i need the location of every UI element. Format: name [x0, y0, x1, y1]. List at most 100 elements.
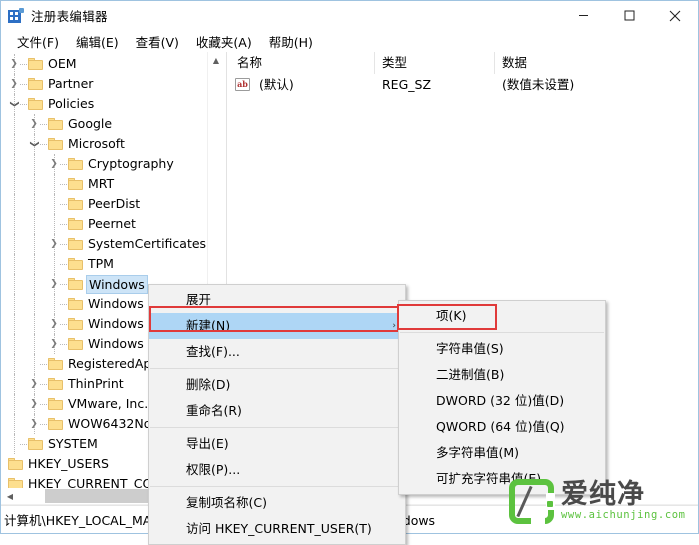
- tree-node[interactable]: PeerDist: [2, 194, 224, 214]
- menu-favorites[interactable]: 收藏夹(A): [188, 30, 261, 53]
- menu-view[interactable]: 查看(V): [128, 30, 188, 53]
- tree-node[interactable]: ❯Policies: [2, 94, 224, 114]
- tree-hscroll-thumb[interactable]: [45, 489, 165, 503]
- tree-guide-line: [14, 334, 15, 354]
- menu-bar: 文件(F) 编辑(E) 查看(V) 收藏夹(A) 帮助(H): [1, 30, 698, 52]
- context-menu-item[interactable]: 删除(D): [149, 372, 405, 398]
- menu-help[interactable]: 帮助(H): [261, 30, 322, 53]
- submenu-item[interactable]: QWORD (64 位)值(Q): [399, 414, 605, 440]
- tree-node[interactable]: Peernet: [2, 214, 224, 234]
- chevron-down-icon[interactable]: ❯: [24, 138, 44, 150]
- chevron-right-icon[interactable]: ❯: [48, 234, 60, 254]
- column-header-name[interactable]: 名称: [230, 52, 375, 74]
- tree-guide-line: [34, 194, 35, 214]
- scroll-left-icon[interactable]: ◀: [2, 488, 18, 504]
- folder-icon: [68, 338, 83, 350]
- chevron-right-icon[interactable]: ❯: [28, 414, 40, 434]
- context-menu-item[interactable]: 重命名(R): [149, 398, 405, 424]
- context-menu-item[interactable]: 查找(F)...: [149, 339, 405, 365]
- context-menu-item[interactable]: 权限(P)...: [149, 457, 405, 483]
- tree-guide-line: [60, 284, 67, 285]
- maximize-button[interactable]: [606, 1, 652, 30]
- tree-guide-line: [54, 194, 55, 214]
- tree-guide-line: [20, 444, 27, 445]
- submenu-item[interactable]: 多字符串值(M): [399, 440, 605, 466]
- chevron-right-icon[interactable]: ❯: [8, 54, 20, 74]
- tree-node[interactable]: TPM: [2, 254, 224, 274]
- aichunjing-logo-icon: [509, 479, 554, 524]
- chevron-right-icon[interactable]: ❯: [48, 274, 60, 294]
- chevron-down-icon[interactable]: ❯: [4, 98, 24, 110]
- tree-guide-line: [14, 314, 15, 334]
- submenu-item-label: 字符串值(S): [436, 341, 504, 356]
- context-menu-item[interactable]: 访问 HKEY_CURRENT_USER(T): [149, 516, 405, 542]
- chevron-right-icon[interactable]: ❯: [48, 314, 60, 334]
- submenu-item[interactable]: 二进制值(B): [399, 362, 605, 388]
- chevron-right-icon[interactable]: ❯: [28, 374, 40, 394]
- submenu-item-label: 二进制值(B): [436, 367, 504, 382]
- context-menu-item[interactable]: 导出(E): [149, 431, 405, 457]
- column-header-type[interactable]: 类型: [375, 52, 495, 74]
- title-bar: 注册表编辑器: [1, 1, 698, 30]
- table-row[interactable]: ab (默认) REG_SZ (数值未设置): [230, 74, 697, 96]
- chevron-right-icon[interactable]: ❯: [48, 154, 60, 174]
- tree-node-label: MRT: [88, 174, 114, 194]
- menu-separator: [150, 486, 404, 487]
- context-menu[interactable]: 展开新建(N)›查找(F)... 删除(D) 重命名(R) 导出(E)权限(P)...…: [148, 284, 406, 545]
- chevron-right-icon[interactable]: ❯: [8, 74, 20, 94]
- context-menu-item[interactable]: 展开: [149, 287, 405, 313]
- submenu-item[interactable]: 字符串值(S): [399, 336, 605, 362]
- tree-guide-line: [60, 264, 67, 265]
- new-submenu[interactable]: 项(K) 字符串值(S) 二进制值(B) DWORD (32 位)值(D) QWORD …: [398, 300, 606, 495]
- folder-icon: [48, 118, 63, 130]
- value-data: (数值未设置): [495, 74, 697, 96]
- tree-guide-line: [14, 194, 15, 214]
- tree-node-label: PeerDist: [88, 194, 140, 214]
- folder-icon: [68, 278, 83, 290]
- tree-guide-line: [54, 174, 55, 194]
- context-menu-item[interactable]: 复制项名称(C): [149, 490, 405, 516]
- tree-guide-line: [34, 314, 35, 334]
- folder-icon: [48, 398, 63, 410]
- submenu-item[interactable]: DWORD (32 位)值(D): [399, 388, 605, 414]
- minimize-button[interactable]: [560, 1, 606, 30]
- column-header-data[interactable]: 数据: [495, 52, 697, 74]
- context-menu-item-label: 删除(D): [186, 377, 230, 392]
- tree-guide-line: [14, 114, 15, 134]
- context-menu-item-label: 重命名(R): [186, 403, 242, 418]
- tree-node-label: Windows: [88, 334, 144, 354]
- tree-guide-line: [34, 354, 35, 374]
- chevron-right-icon[interactable]: ❯: [28, 394, 40, 414]
- tree-guide-line: [60, 324, 67, 325]
- tree-node[interactable]: ❯Google: [2, 114, 224, 134]
- tree-guide-line: [34, 294, 35, 314]
- value-name: (默认): [252, 74, 375, 96]
- tree-guide-line: [14, 254, 15, 274]
- tree-guide-line: [60, 224, 67, 225]
- submenu-item[interactable]: 项(K): [399, 303, 605, 329]
- tree-node[interactable]: ❯Cryptography: [2, 154, 224, 174]
- chevron-right-icon[interactable]: ❯: [48, 334, 60, 354]
- chevron-right-icon[interactable]: ❯: [28, 114, 40, 134]
- submenu-item-label: 多字符串值(M): [436, 445, 519, 460]
- tree-node[interactable]: MRT: [2, 174, 224, 194]
- tree-node[interactable]: ❯OEM: [2, 54, 224, 74]
- tree-guide-line: [14, 294, 15, 314]
- tree-guide-line: [34, 334, 35, 354]
- tree-node[interactable]: ❯Microsoft: [2, 134, 224, 154]
- scroll-up-icon[interactable]: ▲: [208, 52, 224, 69]
- close-button[interactable]: [652, 1, 698, 30]
- list-header: 名称 类型 数据: [230, 52, 697, 74]
- tree-guide-line: [40, 384, 47, 385]
- menu-edit[interactable]: 编辑(E): [68, 30, 128, 53]
- tree-node-label: SystemCertificates: [88, 234, 206, 254]
- context-menu-item[interactable]: 新建(N)›: [149, 313, 405, 339]
- tree-node[interactable]: ❯Partner: [2, 74, 224, 94]
- submenu-item-label: DWORD (32 位)值(D): [436, 393, 564, 408]
- tree-node[interactable]: ❯ SystemCertificates: [2, 234, 224, 254]
- tree-node-label: Windows: [88, 294, 144, 314]
- menu-file[interactable]: 文件(F): [9, 30, 68, 53]
- tree-node-label: ThinPrint: [68, 374, 124, 394]
- registry-editor-window: 注册表编辑器 文件(F) 编辑(E) 查看(V) 收藏夹(A) 帮助(H) ❯O…: [0, 0, 699, 534]
- tree-guide-line: [60, 244, 67, 245]
